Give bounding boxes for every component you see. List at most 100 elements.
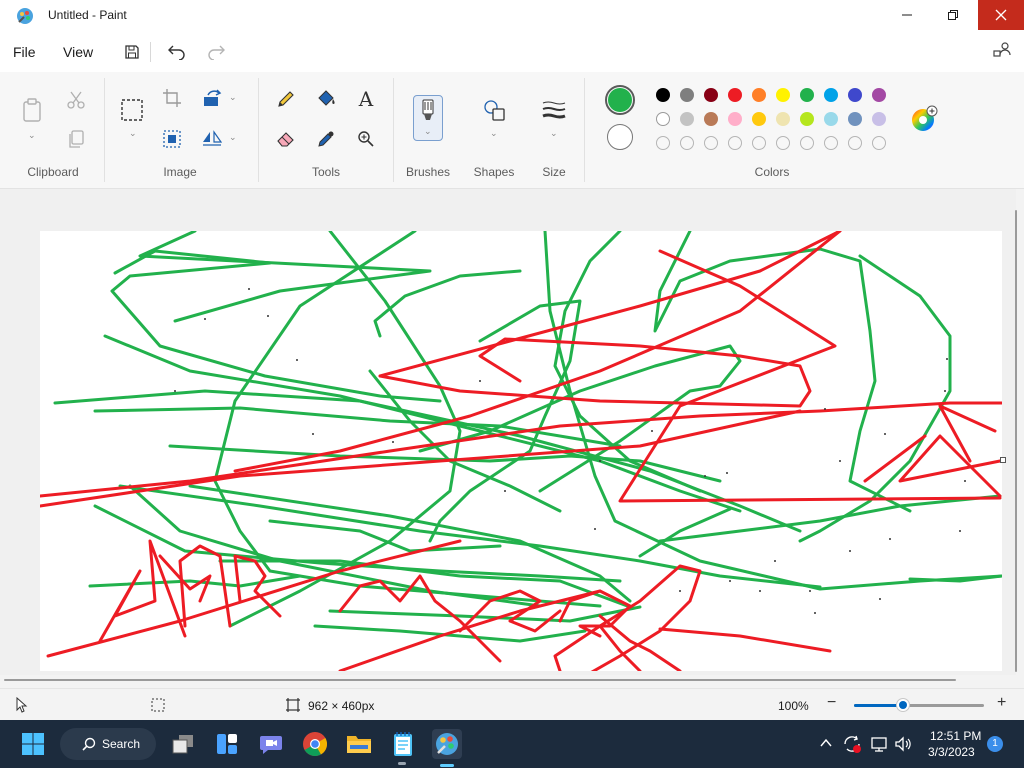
palette-swatch[interactable] bbox=[824, 88, 838, 102]
palette-swatch[interactable] bbox=[872, 112, 886, 126]
close-button[interactable] bbox=[978, 0, 1024, 30]
crop-button[interactable] bbox=[160, 86, 184, 110]
zoom-out-button[interactable]: − bbox=[827, 694, 836, 712]
custom-color-slot[interactable] bbox=[800, 136, 814, 150]
undo-button[interactable] bbox=[165, 40, 189, 64]
volume-button[interactable] bbox=[894, 735, 912, 756]
custom-color-slot[interactable] bbox=[728, 136, 742, 150]
zoom-slider-thumb[interactable] bbox=[896, 698, 910, 712]
rotate-button[interactable] bbox=[200, 86, 224, 110]
notification-badge[interactable]: 1 bbox=[987, 736, 1003, 752]
custom-color-slot[interactable] bbox=[656, 136, 670, 150]
custom-color-slot[interactable] bbox=[824, 136, 838, 150]
size-chevron-icon[interactable]: ⌄ bbox=[550, 128, 558, 139]
size-button[interactable] bbox=[542, 98, 566, 122]
taskbar-search[interactable]: Search bbox=[60, 728, 156, 760]
copy-button[interactable] bbox=[64, 127, 88, 151]
task-view-button[interactable] bbox=[168, 729, 198, 759]
canvas-resize-handle[interactable] bbox=[1000, 457, 1006, 463]
custom-color-slot[interactable] bbox=[704, 136, 718, 150]
paste-button[interactable] bbox=[20, 98, 44, 122]
paint-taskbar-button[interactable] bbox=[432, 729, 462, 759]
notepad-button[interactable] bbox=[388, 729, 418, 759]
file-explorer-button[interactable] bbox=[344, 729, 374, 759]
eraser-button[interactable] bbox=[274, 127, 298, 151]
widgets-button[interactable] bbox=[212, 729, 242, 759]
pencil-button[interactable] bbox=[274, 87, 298, 111]
custom-color-slot[interactable] bbox=[680, 136, 694, 150]
palette-swatch[interactable] bbox=[848, 88, 862, 102]
magnifier-button[interactable] bbox=[354, 127, 378, 151]
brushes-chevron-icon: ⌄ bbox=[424, 126, 432, 136]
flip-chevron-icon[interactable]: ⌄ bbox=[229, 132, 237, 143]
custom-color-slot[interactable] bbox=[848, 136, 862, 150]
secondary-color-button[interactable] bbox=[607, 124, 633, 150]
chrome-button[interactable] bbox=[300, 729, 330, 759]
zoom-in-button[interactable]: + bbox=[997, 694, 1006, 712]
shapes-button[interactable] bbox=[482, 98, 506, 122]
minimize-button[interactable] bbox=[884, 0, 930, 30]
color-picker-button[interactable] bbox=[314, 127, 338, 151]
zoom-level-readout[interactable]: 100% bbox=[778, 699, 809, 713]
select-button[interactable] bbox=[120, 98, 144, 122]
custom-color-slot[interactable] bbox=[776, 136, 790, 150]
group-label-size: Size bbox=[542, 165, 566, 179]
palette-swatch[interactable] bbox=[728, 88, 742, 102]
fill-button[interactable] bbox=[314, 87, 338, 111]
palette-swatch[interactable] bbox=[776, 112, 790, 126]
windows-logo-icon bbox=[22, 733, 44, 755]
widgets-icon bbox=[217, 734, 237, 754]
palette-swatch[interactable] bbox=[656, 88, 670, 102]
palette-swatch[interactable] bbox=[704, 88, 718, 102]
redo-button[interactable] bbox=[204, 40, 228, 64]
title-bar bbox=[0, 0, 1024, 32]
palette-swatch[interactable] bbox=[680, 88, 694, 102]
clock-time[interactable]: 12:51 PM bbox=[930, 729, 981, 743]
palette-swatch[interactable] bbox=[776, 88, 790, 102]
palette-swatch[interactable] bbox=[824, 112, 838, 126]
primary-color-button[interactable] bbox=[605, 85, 635, 115]
vertical-scrollbar[interactable] bbox=[1015, 210, 1017, 672]
palette-swatch[interactable] bbox=[800, 88, 814, 102]
clock-date[interactable]: 3/3/2023 bbox=[928, 745, 975, 759]
rotate-chevron-icon[interactable]: ⌄ bbox=[229, 92, 237, 103]
paste-chevron-icon[interactable]: ⌄ bbox=[28, 130, 36, 141]
palette-swatch[interactable] bbox=[680, 112, 694, 126]
palette-swatch[interactable] bbox=[752, 112, 766, 126]
ribbon-divider bbox=[258, 78, 259, 182]
shapes-chevron-icon[interactable]: ⌄ bbox=[490, 128, 498, 139]
start-button[interactable] bbox=[18, 729, 48, 759]
search-label: Search bbox=[102, 737, 141, 751]
save-button[interactable] bbox=[120, 40, 144, 64]
palette-swatch[interactable] bbox=[704, 112, 718, 126]
restore-button[interactable] bbox=[930, 0, 976, 30]
window-title: Untitled - Paint bbox=[48, 8, 127, 22]
flip-button[interactable] bbox=[200, 127, 224, 151]
palette-swatch[interactable] bbox=[800, 112, 814, 126]
account-button[interactable] bbox=[992, 40, 1016, 64]
palette-swatch[interactable] bbox=[728, 112, 742, 126]
menu-view[interactable]: View bbox=[63, 44, 93, 60]
edit-colors-button[interactable] bbox=[910, 105, 940, 138]
horizontal-scrollbar[interactable] bbox=[4, 679, 956, 681]
palette-swatch[interactable] bbox=[872, 88, 886, 102]
menu-file[interactable]: File bbox=[13, 44, 36, 60]
select-chevron-icon[interactable]: ⌄ bbox=[129, 128, 137, 139]
resize-button[interactable] bbox=[160, 127, 184, 151]
sync-status-button[interactable] bbox=[842, 734, 862, 757]
palette-swatch[interactable] bbox=[656, 112, 670, 126]
palette-swatch[interactable] bbox=[848, 112, 862, 126]
palette-swatch[interactable] bbox=[752, 88, 766, 102]
show-hidden-icons-button[interactable] bbox=[819, 736, 833, 753]
text-tool-button[interactable]: A bbox=[354, 87, 378, 111]
undo-icon bbox=[168, 45, 185, 60]
network-button[interactable] bbox=[870, 735, 888, 756]
canvas-size-readout: 962 × 460px bbox=[308, 699, 375, 713]
brushes-button[interactable]: ⌄ bbox=[413, 95, 443, 141]
custom-color-slot[interactable] bbox=[752, 136, 766, 150]
chat-button[interactable] bbox=[256, 729, 286, 759]
cut-button[interactable] bbox=[64, 88, 88, 112]
custom-color-slot[interactable] bbox=[872, 136, 886, 150]
resize-icon bbox=[163, 130, 181, 148]
drawing-canvas[interactable] bbox=[40, 231, 1002, 671]
